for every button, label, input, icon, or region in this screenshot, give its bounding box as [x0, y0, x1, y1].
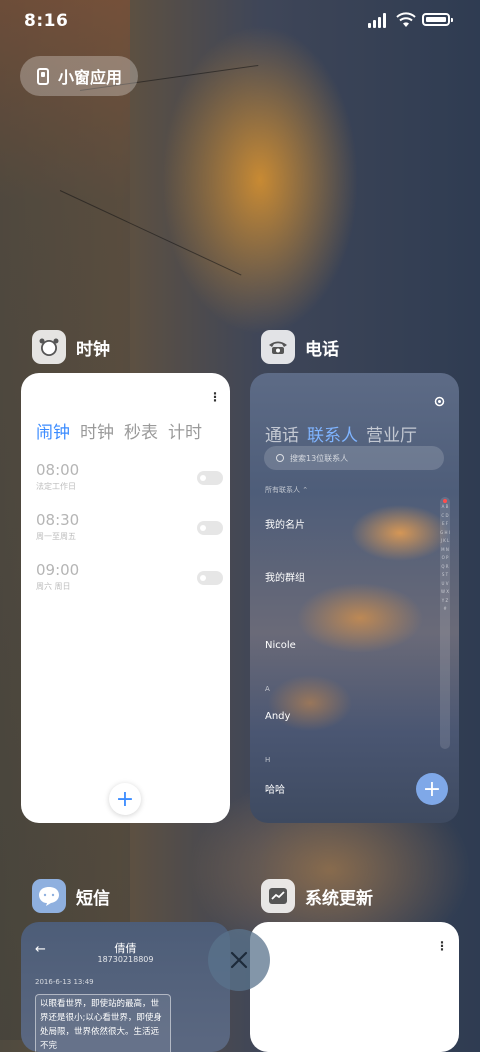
more-options-icon[interactable]: ⋮ [209, 391, 221, 403]
index-marker [443, 499, 447, 503]
clock-app-card[interactable]: ⋮ 闹钟 时钟 秒表 计时 08:00 法定工作日 08:30 周一至周五 09… [21, 373, 230, 823]
phone-tabs: 通话 联系人 营业厅 [265, 421, 417, 446]
add-contact-button[interactable]: + [416, 773, 448, 805]
tab-timer[interactable]: 计时 [168, 418, 202, 443]
app-header-clock[interactable]: 时钟 [32, 330, 110, 364]
alarm-item[interactable]: 08:30 周一至周五 [36, 511, 223, 542]
tab-alarm[interactable]: 闹钟 [36, 418, 70, 443]
phone-app-icon [261, 330, 295, 364]
tab-stopwatch[interactable]: 秒表 [124, 418, 158, 443]
signal-icon [368, 13, 390, 28]
status-bar: 8:16 [0, 0, 480, 40]
alarm-time: 09:00 [36, 561, 80, 579]
sms-app-icon [32, 879, 66, 913]
phone-app-card[interactable]: 通话 联系人 营业厅 搜索13位联系人 所有联系人 ⌃ 我的名片 我的群组 Ni… [250, 373, 459, 823]
filter-label: 所有联系人 [265, 486, 300, 494]
sms-message-bubble: 以眼看世界，即使站的最高，世界还是很小;以心看世界，即使身处局限，世界依然很大。… [35, 994, 171, 1052]
sms-app-card[interactable]: ← 倩倩 18730218809 2016-6-13 13:49 以眼看世界，即… [21, 922, 230, 1052]
battery-icon [422, 13, 453, 26]
app-title-sms: 短信 [76, 888, 110, 909]
mini-window-label: 小窗应用 [58, 68, 123, 87]
alarm-repeat: 法定工作日 [36, 482, 76, 491]
contacts-filter[interactable]: 所有联系人 ⌃ [265, 485, 308, 495]
mini-window-button[interactable]: 小窗应用 [20, 56, 138, 96]
section-letter: A [265, 685, 270, 693]
sms-date: 2016-6-13 13:49 [35, 978, 94, 986]
alarm-repeat: 周六 周日 [36, 582, 71, 591]
sms-contact-name: 倩倩 [114, 942, 137, 955]
clock-app-icon [32, 330, 66, 364]
status-time: 8:16 [24, 11, 69, 31]
system-update-app-icon [261, 879, 295, 913]
my-card-item[interactable]: 我的名片 [265, 516, 305, 531]
wifi-icon [396, 12, 416, 27]
alarm-toggle[interactable] [197, 521, 223, 535]
alarm-item[interactable]: 08:00 法定工作日 [36, 461, 223, 492]
alarm-time: 08:00 [36, 461, 80, 479]
clock-tabs: 闹钟 时钟 秒表 计时 [36, 418, 202, 443]
app-title-clock: 时钟 [76, 339, 110, 360]
app-header-phone[interactable]: 电话 [261, 330, 339, 364]
clear-all-button[interactable] [208, 929, 270, 991]
app-header-sms[interactable]: 短信 [32, 879, 110, 913]
tab-contacts[interactable]: 联系人 [307, 421, 358, 446]
close-icon [230, 951, 248, 969]
contact-search-input[interactable]: 搜索13位联系人 [264, 446, 444, 470]
contact-item[interactable]: Andy [265, 711, 290, 722]
alarm-toggle[interactable] [197, 471, 223, 485]
tab-service-hall[interactable]: 营业厅 [366, 421, 417, 446]
chevron-icon: ⌃ [302, 486, 309, 494]
app-title-phone: 电话 [305, 339, 339, 360]
settings-icon[interactable] [434, 396, 445, 407]
contact-item[interactable]: 哈哈 [265, 781, 285, 796]
more-options-icon[interactable]: ⋮ [436, 940, 448, 952]
app-header-system-update[interactable]: 系统更新 [261, 879, 373, 913]
add-alarm-button[interactable]: + [109, 783, 141, 815]
tab-calls[interactable]: 通话 [265, 421, 299, 446]
system-update-app-card[interactable]: ⋮ [250, 922, 459, 1052]
alarm-toggle[interactable] [197, 571, 223, 585]
section-letter: H [265, 756, 271, 764]
sms-contact-number: 18730218809 [97, 955, 154, 964]
search-placeholder: 搜索13位联系人 [290, 453, 349, 463]
tab-clock[interactable]: 时钟 [80, 418, 114, 443]
alphabet-index[interactable]: A B C D E F G H I J K L M N O P Q R S T … [440, 497, 450, 749]
index-letters: A B C D E F G H I J K L M N O P Q R S T … [440, 504, 450, 611]
mini-window-icon [37, 67, 49, 85]
alarm-time: 08:30 [36, 511, 80, 529]
my-groups-item[interactable]: 我的群组 [265, 569, 305, 584]
contact-item[interactable]: Nicole [265, 640, 296, 651]
app-title-system-update: 系统更新 [305, 888, 373, 909]
alarm-repeat: 周一至周五 [36, 532, 76, 541]
alarm-item[interactable]: 09:00 周六 周日 [36, 561, 223, 592]
search-icon [276, 454, 284, 462]
